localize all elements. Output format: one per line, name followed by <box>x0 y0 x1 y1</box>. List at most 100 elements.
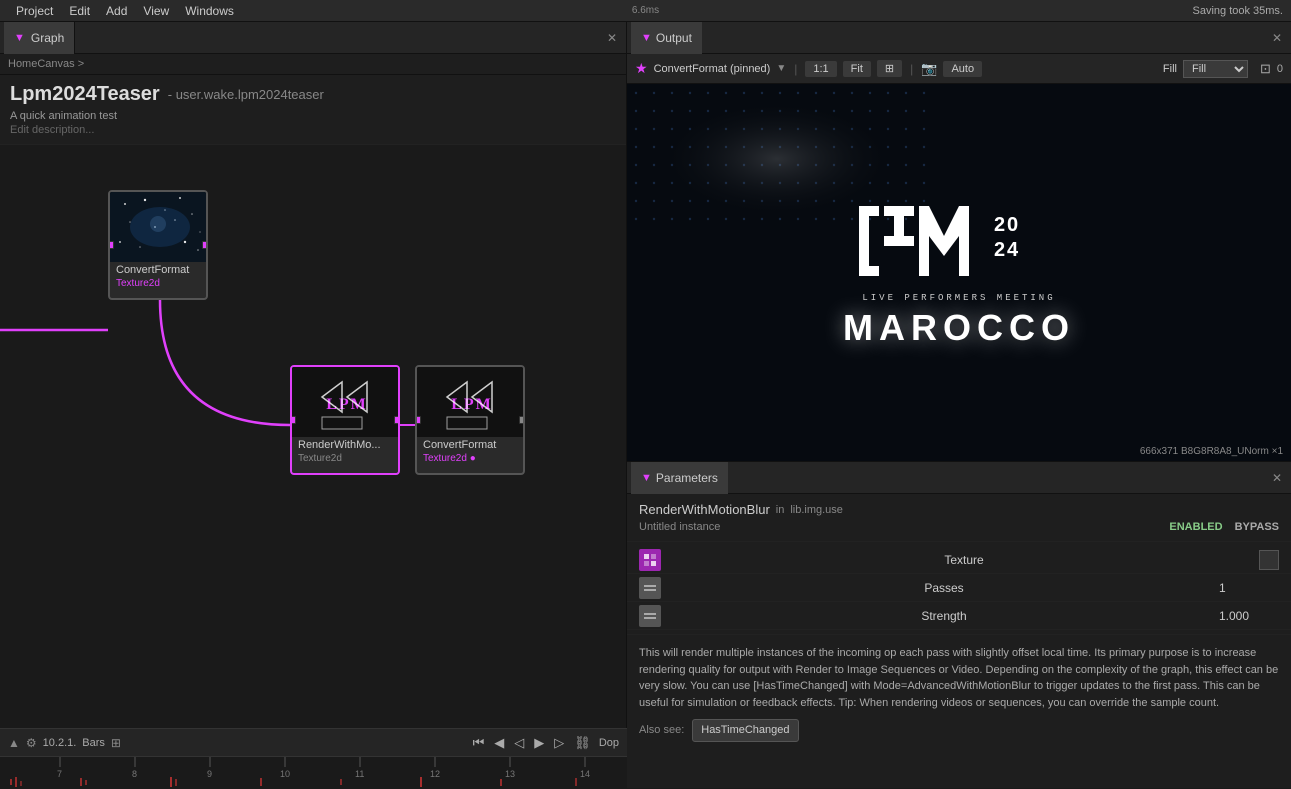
params-bypass-button[interactable]: BYPASS <box>1235 521 1279 533</box>
sep2: | <box>910 62 913 76</box>
param-row-texture[interactable]: Texture <box>627 546 1291 574</box>
also-see-tag-0[interactable]: HasTimeChanged <box>692 719 798 742</box>
params-node-name: RenderWithMotionBlur in lib.img.use <box>639 502 1279 517</box>
output-image-info: 666x371 B8G8R8A8_UNorm ×1 <box>1140 446 1283 457</box>
params-instance-row: Untitled instance ENABLED BYPASS <box>639 521 1279 533</box>
fit-button[interactable]: Fit <box>843 61 871 77</box>
param-value-strength[interactable]: 1.000 <box>1219 609 1279 623</box>
top-menu-bar: Project Edit Add View Windows 6.6ms Savi… <box>0 0 1291 22</box>
node-renderwithmo[interactable]: LPM RenderWithMo... Texture2d <box>290 365 400 475</box>
grid-icon[interactable]: ⊞ <box>111 736 121 750</box>
also-see-label: Also see: <box>639 722 684 739</box>
graph-tab-bar: ▼ Graph ✕ <box>0 22 626 54</box>
ratio-button[interactable]: 1:1 <box>805 61 836 77</box>
btn-prev[interactable]: ◀ <box>492 735 506 751</box>
node-port-right-render[interactable] <box>394 416 400 424</box>
node-port-left[interactable] <box>108 241 114 249</box>
lpm-performers-text: LIVE PERFORMERS MEETING <box>843 293 1075 303</box>
node-convertformat-bottom[interactable]: LPM ConvertFormat Texture2d ● <box>415 365 525 475</box>
output-tab[interactable]: ▼ Output <box>631 22 702 54</box>
node-label-renderwithmo: RenderWithMo... <box>292 437 398 453</box>
params-tab-icon: ▼ <box>641 472 652 484</box>
params-node-in: in <box>776 504 785 516</box>
right-panel: ▼ Output ✕ ★ ConvertFormat (pinned) ▼ | … <box>627 22 1291 788</box>
btn-step-fwd[interactable]: ▷ <box>552 735 566 751</box>
svg-text:13: 13 <box>505 769 515 779</box>
node-sublabel-convertformat-bottom: Texture2d ● <box>417 453 523 466</box>
menu-add[interactable]: Add <box>98 0 135 22</box>
btn-link[interactable]: ⛓ <box>572 735 593 751</box>
graph-tab[interactable]: ▼ Graph <box>4 22 75 54</box>
params-tab-label: Parameters <box>656 471 718 485</box>
params-enabled-button[interactable]: ENABLED <box>1169 521 1222 533</box>
lpm-thumbnail-convert: LPM <box>417 367 523 437</box>
btn-prev-start[interactable]: ⏮ <box>471 735 487 751</box>
svg-text:0: 0 <box>1007 214 1018 236</box>
graph-title-area: Lpm2024Teaser - user.wake.lpm2024teaser … <box>0 75 626 145</box>
svg-text:4: 4 <box>1007 239 1019 261</box>
node-port-right[interactable] <box>202 241 208 249</box>
param-icon-strength <box>639 605 661 627</box>
star-thumbnail <box>110 192 206 262</box>
params-tab[interactable]: ▼ Parameters <box>631 462 728 494</box>
svg-text:12: 12 <box>430 769 440 779</box>
also-see-row: Also see: HasTimeChanged <box>639 719 1279 742</box>
node-convertformat-top[interactable]: ConvertFormat Texture2d <box>108 190 208 300</box>
graph-edit-description[interactable]: Edit description... <box>10 124 616 136</box>
graph-tab-icon: ▼ <box>14 32 25 44</box>
param-value-passes[interactable]: 1 <box>1219 581 1279 595</box>
timeline-controls: ▲ ⚙ 10.2.1. Bars ⊞ ⏮ ◀ ◁ ▶ ▷ ⛓ Dop <box>0 729 627 757</box>
lpm-center-content: 2 0 2 4 LIVE PERFORMERS MEETING MAROCCO <box>843 196 1075 349</box>
layers-count: 0 <box>1277 63 1283 75</box>
params-close-button[interactable]: ✕ <box>1267 468 1287 488</box>
timeline-dop[interactable]: Dop <box>599 737 619 749</box>
node-port-right-convert[interactable] <box>519 416 525 424</box>
param-row-passes[interactable]: Passes 1 <box>627 574 1291 602</box>
pinned-dropdown-icon[interactable]: ▼ <box>776 63 786 74</box>
menu-windows[interactable]: Windows <box>177 0 242 22</box>
output-toolbar: ★ ConvertFormat (pinned) ▼ | 1:1 Fit ⊞ |… <box>627 54 1291 84</box>
svg-text:9: 9 <box>207 769 212 779</box>
timeline-ruler[interactable]: 7 8 9 10 11 12 13 14 <box>0 757 627 789</box>
param-name-passes: Passes <box>669 581 1219 595</box>
node-sublabel-renderwithmo: Texture2d <box>292 453 398 466</box>
fill-label: Fill <box>1163 63 1177 75</box>
output-panel: ▼ Output ✕ ★ ConvertFormat (pinned) ▼ | … <box>627 22 1291 462</box>
grid-button[interactable]: ⊞ <box>877 60 902 77</box>
graph-panel: ▼ Graph ✕ HomeCanvas > Lpm2024Teaser - u… <box>0 22 627 788</box>
graph-close-button[interactable]: ✕ <box>602 28 622 48</box>
caret-up-icon[interactable]: ▲ <box>8 736 20 750</box>
output-close-button[interactable]: ✕ <box>1267 28 1287 48</box>
param-row-strength[interactable]: Strength 1.000 <box>627 602 1291 630</box>
node-thumbnail-convertformat-bottom: LPM <box>417 367 523 437</box>
graph-subtitle-user: user.wake.lpm2024teaser <box>176 87 324 102</box>
camera-icon: 📷 <box>921 61 937 77</box>
menu-edit[interactable]: Edit <box>61 0 98 22</box>
output-tab-bar: ▼ Output ✕ <box>627 22 1291 54</box>
menu-project[interactable]: Project <box>8 0 61 22</box>
params-description: This will render multiple instances of t… <box>627 634 1291 788</box>
fill-select[interactable]: Fill Fit Stretch <box>1183 60 1248 78</box>
timeline-mode: Bars <box>82 737 105 749</box>
pinned-node-name[interactable]: ConvertFormat (pinned) <box>654 63 771 75</box>
layers-icon[interactable]: ⊡ <box>1260 61 1271 77</box>
params-description-text: This will render multiple instances of t… <box>639 647 1278 709</box>
btn-play[interactable]: ▶ <box>532 735 546 751</box>
param-value-texture[interactable] <box>1259 550 1279 570</box>
graph-title: Lpm2024Teaser - user.wake.lpm2024teaser <box>10 83 616 106</box>
svg-text:7: 7 <box>57 769 62 779</box>
menu-view[interactable]: View <box>135 0 177 22</box>
settings-icon[interactable]: ⚙ <box>26 736 37 750</box>
graph-tab-label: Graph <box>31 31 64 45</box>
sep1: | <box>794 62 797 76</box>
auto-button[interactable]: Auto <box>943 61 982 77</box>
params-header: RenderWithMotionBlur in lib.img.use Unti… <box>627 494 1291 542</box>
btn-step-back[interactable]: ◁ <box>512 735 526 751</box>
node-port-left-render[interactable] <box>290 416 296 424</box>
svg-text:14: 14 <box>580 769 590 779</box>
node-thumbnail-renderwithmo: LPM <box>292 367 398 437</box>
output-canvas[interactable]: 2 0 2 4 LIVE PERFORMERS MEETING MAROCCO … <box>627 84 1291 461</box>
parameters-panel: ▼ Parameters ✕ RenderWithMotionBlur in l… <box>627 462 1291 788</box>
graph-canvas[interactable]: ConvertFormat Texture2d LPM <box>0 145 626 788</box>
node-port-left-convert[interactable] <box>415 416 421 424</box>
